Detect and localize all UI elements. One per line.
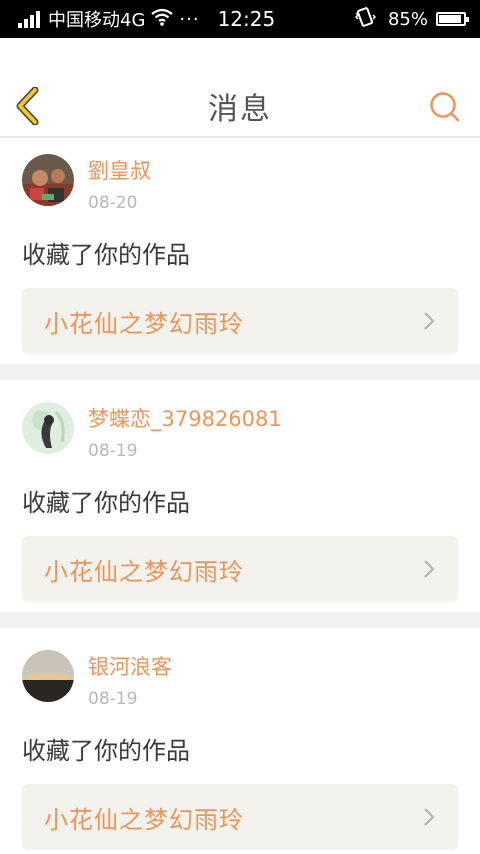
battery-percent: 85% bbox=[387, 8, 428, 30]
signal-icon bbox=[18, 10, 42, 28]
message-date: 08-20 bbox=[88, 193, 138, 213]
username[interactable]: 劉皇叔 bbox=[88, 158, 151, 184]
clock: 12:25 bbox=[217, 7, 276, 31]
action-text: 收藏了你的作品 bbox=[22, 737, 190, 765]
work-link-card[interactable]: 小花仙之梦幻雨玲 bbox=[22, 288, 458, 354]
battery-icon bbox=[436, 12, 469, 26]
more-notifications-icon: ··· bbox=[179, 8, 200, 30]
work-title: 小花仙之梦幻雨玲 bbox=[44, 309, 244, 338]
message-date: 08-19 bbox=[88, 441, 138, 461]
message-date: 08-19 bbox=[88, 689, 138, 709]
work-title: 小花仙之梦幻雨玲 bbox=[44, 805, 244, 834]
chevron-right-icon bbox=[424, 312, 435, 330]
vibrate-icon bbox=[354, 6, 377, 33]
avatar[interactable] bbox=[22, 402, 74, 454]
message-item: 梦蝶恋_379826081 08-19 收藏了你的作品 小花仙之梦幻雨玲 bbox=[0, 380, 480, 612]
message-item: 劉皇叔 08-20 收藏了你的作品 小花仙之梦幻雨玲 bbox=[0, 138, 480, 364]
work-title: 小花仙之梦幻雨玲 bbox=[44, 557, 244, 586]
action-text: 收藏了你的作品 bbox=[22, 241, 190, 269]
page-title: 消息 bbox=[208, 92, 272, 127]
nav-bar: 消息 bbox=[0, 38, 480, 138]
divider bbox=[0, 364, 480, 380]
message-item: 银河浪客 08-19 收藏了你的作品 小花仙之梦幻雨玲 bbox=[0, 628, 480, 854]
work-link-card[interactable]: 小花仙之梦幻雨玲 bbox=[22, 536, 458, 602]
message-list[interactable]: 劉皇叔 08-20 收藏了你的作品 小花仙之梦幻雨玲 梦蝶恋_379826081… bbox=[0, 138, 480, 854]
wifi-icon bbox=[151, 8, 174, 31]
work-link-card[interactable]: 小花仙之梦幻雨玲 bbox=[22, 784, 458, 850]
username[interactable]: 梦蝶恋_379826081 bbox=[88, 406, 282, 432]
status-bar: 中国移动4G ··· 12:25 85% bbox=[0, 0, 480, 38]
search-button[interactable] bbox=[428, 90, 462, 124]
username[interactable]: 银河浪客 bbox=[88, 654, 172, 680]
carrier-label: 中国移动4G bbox=[48, 10, 146, 31]
avatar[interactable] bbox=[22, 154, 74, 206]
chevron-right-icon bbox=[424, 560, 435, 578]
chevron-right-icon bbox=[424, 808, 435, 826]
avatar[interactable] bbox=[22, 650, 74, 702]
action-text: 收藏了你的作品 bbox=[22, 489, 190, 517]
divider bbox=[0, 612, 480, 628]
search-icon bbox=[430, 92, 460, 122]
